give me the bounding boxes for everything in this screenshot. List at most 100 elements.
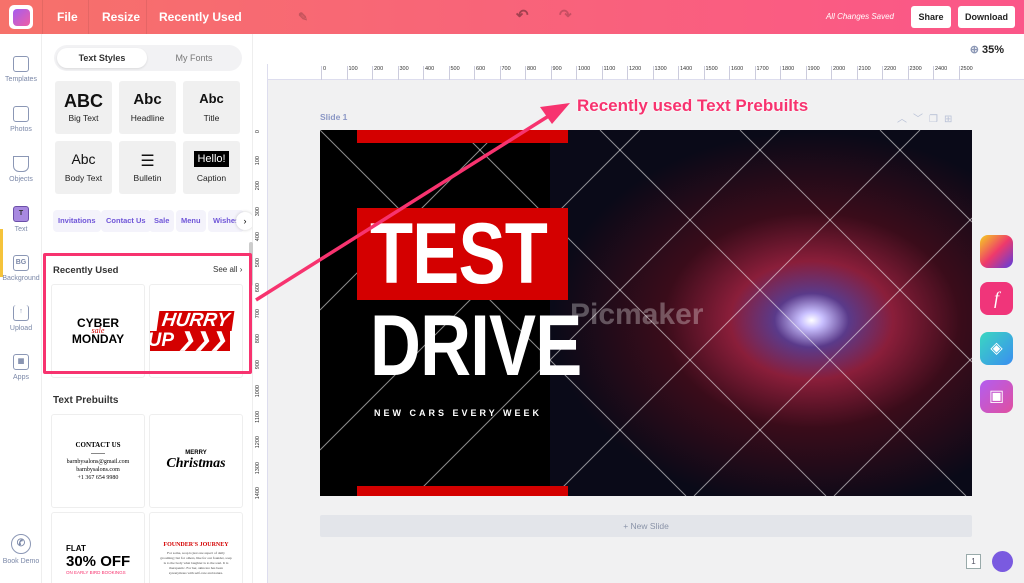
paint-bucket-app-icon[interactable]: ◈ xyxy=(980,332,1013,365)
sidebar-item-background[interactable]: BG Background xyxy=(0,255,42,282)
ruler-tick-label: 1100 xyxy=(255,410,261,423)
top-bar: File Resize Recently Used ✎ ↶ ↷ All Chan… xyxy=(0,0,1024,34)
style-big-text[interactable]: ABC Big Text xyxy=(55,81,112,134)
ruler-tick-label: 800 xyxy=(255,334,261,344)
sidebar-item-upload[interactable]: ↑ Upload xyxy=(0,305,42,332)
annotation-label: Recently used Text Prebuilts xyxy=(577,96,809,115)
prebuilt-contact-us[interactable]: CONTACT US barnbysalons@gmail.com barnby… xyxy=(51,414,145,508)
ruler-tick-label: 500 xyxy=(448,66,460,80)
sidebar-item-objects[interactable]: Objects xyxy=(0,156,42,183)
app-shortcut-1[interactable] xyxy=(980,235,1013,268)
ruler-tick-label: 1300 xyxy=(652,66,667,80)
ruler-tick-label: 2300 xyxy=(907,66,922,80)
ruler-tick-label: 900 xyxy=(255,359,261,369)
ruler-tick-label: 1500 xyxy=(703,66,718,80)
upload-icon: ↑ xyxy=(13,305,29,321)
style-caption[interactable]: Hello! Caption xyxy=(183,141,240,194)
ruler-tick-label: 2000 xyxy=(831,66,845,80)
chip-sale[interactable]: Sale xyxy=(149,210,175,232)
share-button[interactable]: Share xyxy=(911,6,951,28)
sidebar-item-text[interactable]: T Text xyxy=(0,206,42,233)
templates-icon xyxy=(13,56,29,72)
resize-menu[interactable]: Resize xyxy=(102,10,140,24)
chip-contact-us[interactable]: Contact Us xyxy=(101,210,151,232)
recently-used-highlight xyxy=(43,253,252,374)
list-icon: ☰ xyxy=(140,153,155,170)
ruler-tick-label: 1100 xyxy=(601,66,615,80)
prebuilt-founders-journey[interactable]: FOUNDER'S JOURNEY For some, soap is just… xyxy=(149,512,243,583)
prebuilt-30-off[interactable]: FLAT 30% OFF ON EARLY BIRD BOOKINGS xyxy=(51,512,145,583)
redo-icon[interactable]: ↷ xyxy=(559,6,572,24)
ruler-tick-label: 400 xyxy=(255,232,261,242)
ruler-tick-label: 800 xyxy=(525,66,536,80)
style-body-text[interactable]: Abc Body Text xyxy=(55,141,112,194)
ruler-tick-label: 1200 xyxy=(627,66,641,80)
ruler-tick-label: 200 xyxy=(255,181,261,191)
edit-title-pencil-icon[interactable]: ✎ xyxy=(298,10,308,24)
ruler-tick-label: 2200 xyxy=(882,66,896,80)
slide-label: Slide 1 xyxy=(320,112,348,122)
style-headline[interactable]: Abc Headline xyxy=(119,81,176,134)
cup-icon xyxy=(13,156,29,172)
horizontal-ruler: 0 100 200 300 400 500 600 700 800 900 1000 1100 1200… xyxy=(268,64,1024,80)
ruler-tick-label: 300 xyxy=(397,66,409,80)
save-status: All Changes Saved xyxy=(825,12,894,21)
chips-next-chevron-icon[interactable]: › xyxy=(236,212,252,230)
ruler-tick-label: 500 xyxy=(255,257,261,267)
book-demo-button[interactable]: ✆ Book Demo xyxy=(0,534,42,565)
ruler-tick-label: 1800 xyxy=(780,66,794,80)
page-counter[interactable]: 1 xyxy=(966,554,981,569)
new-slide-button[interactable]: + New Slide xyxy=(320,515,972,537)
ruler-tick-label: 700 xyxy=(255,308,261,318)
undo-icon[interactable]: ↶ xyxy=(516,6,529,24)
download-button[interactable]: Download xyxy=(958,6,1015,28)
style-title[interactable]: Abc Title xyxy=(183,81,240,134)
ruler-tick-label: 0 xyxy=(255,130,261,134)
image-app-icon[interactable]: ▣ xyxy=(980,380,1013,413)
ruler-tick-label: 1400 xyxy=(255,487,261,500)
ruler-tick-label: 200 xyxy=(372,66,383,80)
vertical-ruler: 0 100 200 300 400 500 600 700 800 900 1000 1100 1200… xyxy=(253,64,268,583)
slide-title-line1: TEST xyxy=(370,206,548,302)
zoom-icon: ⊕ xyxy=(969,44,979,56)
tab-my-fonts[interactable]: My Fonts xyxy=(149,48,239,68)
sidebar-rail: Templates Photos Objects T Text BG Backgro… xyxy=(0,34,42,583)
ruler-tick-label: 600 xyxy=(255,283,261,293)
prebuilt-merry-christmas[interactable]: MERRY Christmas xyxy=(149,414,243,508)
fonts-app-icon[interactable]: f xyxy=(980,282,1013,315)
style-bulletin[interactable]: ☰ Bulletin xyxy=(119,141,176,194)
ruler-tick-label: 100 xyxy=(346,66,358,80)
ruler-tick-label: 1300 xyxy=(255,461,261,474)
slide-tagline: NEW CARS EVERY WEEK xyxy=(374,408,543,418)
phone-icon: ✆ xyxy=(11,534,31,554)
chip-invitations[interactable]: Invitations xyxy=(53,210,101,232)
text-icon: T xyxy=(13,206,29,222)
document-title[interactable]: Recently Used xyxy=(159,10,242,24)
zoom-control[interactable]: ⊕ 35% xyxy=(970,43,1004,56)
tab-text-styles[interactable]: Text Styles xyxy=(57,48,147,68)
sidebar-item-apps[interactable]: ▦ Apps xyxy=(0,354,42,381)
ruler-tick-label: 700 xyxy=(499,66,511,80)
ruler-tick-label: 2100 xyxy=(856,66,871,80)
app-logo[interactable] xyxy=(9,5,33,29)
ruler-tick-label: 400 xyxy=(423,66,434,80)
ruler-tick-label: 0 xyxy=(321,66,326,80)
slide-controls[interactable]: ︿﹀❐⊞ xyxy=(897,110,958,125)
text-prebuilts-title: Text Prebuilts xyxy=(53,395,119,406)
ruler-tick-label: 2500 xyxy=(958,66,973,80)
apps-grid-icon: ▦ xyxy=(13,354,29,370)
sidebar-item-photos[interactable]: Photos xyxy=(0,106,42,133)
photos-icon xyxy=(13,106,29,122)
ruler-tick-label: 900 xyxy=(550,66,562,80)
ruler-tick-label: 1900 xyxy=(805,66,820,80)
file-menu[interactable]: File xyxy=(57,10,78,24)
slide-title-line2: DRIVE xyxy=(370,298,582,394)
chat-icon[interactable] xyxy=(992,551,1013,572)
slide-canvas[interactable]: TEST DRIVE NEW CARS EVERY WEEK Picmaker xyxy=(320,130,972,496)
ruler-tick-label: 1700 xyxy=(754,66,769,80)
sidebar-item-templates[interactable]: Templates xyxy=(0,56,42,83)
watermark: Picmaker xyxy=(570,298,704,331)
ruler-tick-label: 100 xyxy=(255,155,261,165)
ruler-tick-label: 1000 xyxy=(576,66,590,80)
chip-menu[interactable]: Menu xyxy=(176,210,206,232)
